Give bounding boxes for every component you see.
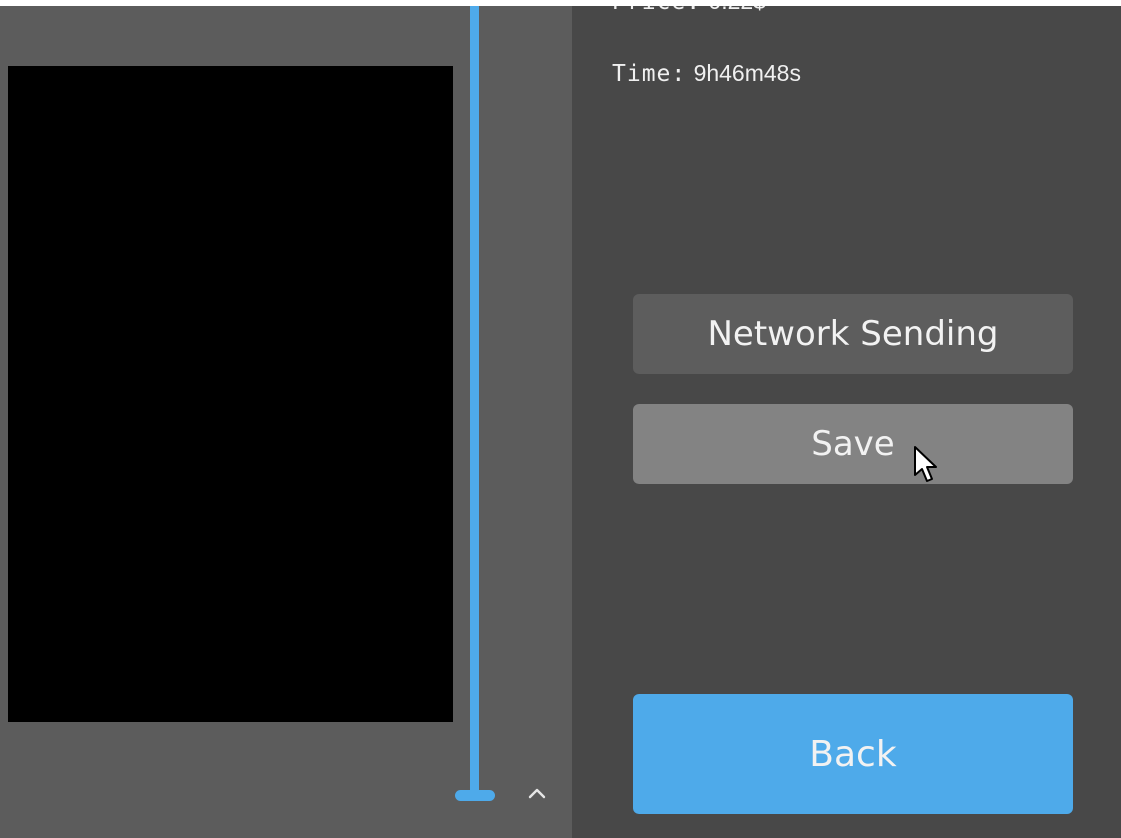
- layer-slider-handle[interactable]: [455, 790, 495, 801]
- save-button[interactable]: Save: [633, 404, 1073, 484]
- time-value: 9h46m48s: [693, 60, 801, 86]
- time-info: Time: 9h46m48s: [612, 60, 801, 87]
- time-label: Time:: [612, 61, 687, 87]
- layer-slider-track[interactable]: [470, 6, 479, 794]
- back-button[interactable]: Back: [633, 694, 1073, 814]
- network-sending-button[interactable]: Network Sending: [633, 294, 1073, 374]
- app-window: Price: 0.22$ Time: 9h46m48s Network Send…: [0, 0, 1121, 838]
- chevron-up-icon[interactable]: [524, 780, 550, 806]
- preview-panel: [0, 0, 572, 838]
- window-top-edge: [0, 0, 1121, 6]
- mouse-cursor-icon: [914, 446, 937, 482]
- print-preview-canvas: [8, 66, 453, 722]
